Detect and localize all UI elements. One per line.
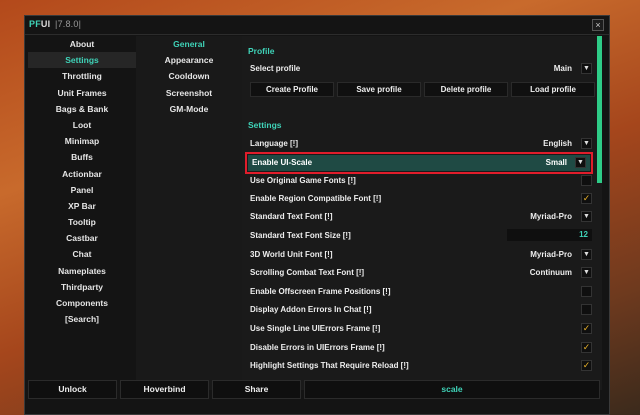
nav-item[interactable]: Settings — [28, 52, 136, 69]
setting-row[interactable]: Highlight Settings That Require Reload [… — [245, 357, 597, 374]
nav-item[interactable]: Components — [28, 295, 136, 311]
checkbox[interactable] — [581, 304, 592, 315]
setting-row[interactable]: Use Single Line UIErrors Frame [!] ✓ — [245, 320, 597, 337]
sub-nav: General Appearance Cooldown Screenshot GM-Mo… — [136, 36, 242, 390]
setting-label: Language [!] — [250, 139, 298, 148]
subnav-item[interactable]: Appearance — [136, 52, 242, 68]
setting-label: Standard Text Font Size [!] — [250, 231, 351, 240]
title-bar[interactable]: PFUI |7.8.0| × — [25, 16, 609, 35]
setting-label: 3D World Unit Font [!] — [250, 250, 333, 259]
title-pf: PF — [29, 19, 41, 29]
check-icon: ✓ — [582, 323, 591, 333]
nav-item[interactable]: Nameplates — [28, 263, 136, 279]
main-nav: About Settings Throttling Unit Frames Bags &… — [28, 36, 136, 390]
setting-row[interactable]: Standard Text Font [!] Myriad-Pro ▼ — [245, 208, 597, 225]
checkbox[interactable]: ✓ — [581, 323, 592, 334]
nav-item[interactable]: Actionbar — [28, 166, 136, 182]
subnav-item[interactable]: General — [136, 36, 242, 52]
profile-section-title: Profile — [248, 46, 275, 56]
profile-button[interactable]: Load profile — [511, 82, 595, 97]
chevron-down-icon[interactable]: ▼ — [581, 138, 592, 149]
setting-row[interactable]: Enable Offscreen Frame Positions [!] — [245, 283, 597, 300]
setting-row[interactable]: Use Original Game Fonts [!] — [245, 172, 597, 189]
chevron-down-icon[interactable]: ▼ — [575, 157, 586, 168]
settings-section-title: Settings — [248, 120, 282, 130]
chevron-down-icon[interactable]: ▼ — [581, 211, 592, 222]
select-profile-label: Select profile — [250, 64, 301, 73]
nav-item[interactable]: Minimap — [28, 133, 136, 149]
setting-label: Standard Text Font [!] — [250, 212, 333, 221]
setting-row[interactable]: Disable Errors in UIErrors Frame [!] ✓ — [245, 339, 597, 356]
version-label: |7.8.0| — [55, 19, 82, 29]
checkbox[interactable]: ✓ — [581, 193, 592, 204]
setting-value: Myriad-Pro — [530, 212, 572, 221]
setting-row[interactable]: 3D World Unit Font [!] Myriad-Pro ▼ — [245, 246, 597, 263]
nav-item[interactable]: Thirdparty — [28, 279, 136, 295]
share-button[interactable]: Share — [212, 380, 301, 399]
setting-label: Display Addon Errors In Chat [!] — [250, 305, 372, 314]
hoverbind-button[interactable]: Hoverbind — [120, 380, 209, 399]
subnav-item[interactable]: Cooldown — [136, 68, 242, 84]
nav-item[interactable]: Tooltip — [28, 214, 136, 230]
checkbox[interactable]: ✓ — [581, 360, 592, 371]
font-size-input[interactable]: 12 — [507, 229, 592, 241]
setting-label: Disable Errors in UIErrors Frame [!] — [250, 343, 385, 352]
setting-row[interactable]: Scrolling Combat Text Font [!] Continuum ▼ — [245, 264, 597, 281]
setting-label: Scrolling Combat Text Font [!] — [250, 268, 365, 277]
nav-item[interactable]: Buffs — [28, 149, 136, 165]
subnav-item[interactable]: Screenshot — [136, 85, 242, 101]
checkbox[interactable] — [581, 175, 592, 186]
settings-panel: Profile Select profile Main ▼ Create Pro… — [242, 36, 602, 390]
setting-label: Enable UI-Scale — [252, 158, 313, 167]
select-profile-value: Main — [553, 64, 572, 73]
nav-item[interactable]: Castbar — [28, 230, 136, 246]
setting-label: Enable Region Compatible Font [!] — [250, 194, 382, 203]
highlighted-setting-row[interactable]: Enable UI-Scale Small ▼ — [245, 152, 593, 174]
scrollbar[interactable] — [597, 36, 602, 183]
checkbox[interactable] — [581, 286, 592, 297]
nav-item[interactable]: About — [28, 36, 136, 52]
setting-row[interactable]: Display Addon Errors In Chat [!] — [245, 301, 597, 318]
profile-button[interactable]: Delete profile — [424, 82, 508, 97]
profile-button[interactable]: Create Profile — [250, 82, 334, 97]
version-number: 7.8.0 — [57, 19, 79, 29]
checkbox[interactable]: ✓ — [581, 342, 592, 353]
chevron-down-icon[interactable]: ▼ — [581, 267, 592, 278]
setting-row[interactable]: Enable Region Compatible Font [!] ✓ — [245, 190, 597, 207]
nav-item[interactable]: [Search] — [28, 311, 136, 327]
window-title: PFUI |7.8.0| — [29, 19, 81, 29]
profile-button[interactable]: Save profile — [337, 82, 421, 97]
nav-item[interactable]: Loot — [28, 117, 136, 133]
nav-item[interactable]: Bags & Bank — [28, 101, 136, 117]
setting-value: Myriad-Pro — [530, 250, 572, 259]
check-icon: ✓ — [582, 360, 591, 370]
setting-label: Highlight Settings That Require Reload [… — [250, 361, 409, 370]
subnav-item[interactable]: GM-Mode — [136, 101, 242, 117]
setting-value: English — [543, 139, 572, 148]
nav-item[interactable]: Panel — [28, 182, 136, 198]
bottom-bar: Unlock Hoverbind Share scale — [28, 380, 606, 399]
close-icon[interactable]: × — [592, 19, 604, 31]
nav-item[interactable]: Chat — [28, 246, 136, 262]
setting-value: Small — [545, 158, 567, 167]
setting-value: Continuum — [529, 268, 572, 277]
check-icon: ✓ — [582, 193, 591, 203]
check-icon: ✓ — [582, 342, 591, 352]
chevron-down-icon[interactable]: ▼ — [581, 249, 592, 260]
setting-row[interactable]: Language [!] English ▼ — [245, 135, 597, 152]
setting-label: Use Original Game Fonts [!] — [250, 176, 356, 185]
select-profile-row[interactable]: Select profile Main ▼ — [245, 60, 597, 77]
setting-row[interactable]: Standard Text Font Size [!] 12 — [245, 227, 597, 244]
unlock-button[interactable]: Unlock — [28, 380, 117, 399]
nav-item[interactable]: XP Bar — [28, 198, 136, 214]
chevron-down-icon[interactable]: ▼ — [581, 63, 592, 74]
title-ui: UI — [40, 19, 51, 29]
setting-label: Use Single Line UIErrors Frame [!] — [250, 324, 381, 333]
nav-item[interactable]: Throttling — [28, 68, 136, 84]
nav-item[interactable]: Unit Frames — [28, 85, 136, 101]
setting-label: Enable Offscreen Frame Positions [!] — [250, 287, 391, 296]
search-input[interactable]: scale — [304, 380, 600, 399]
highlighted-row-body: Enable UI-Scale Small ▼ — [248, 155, 590, 171]
